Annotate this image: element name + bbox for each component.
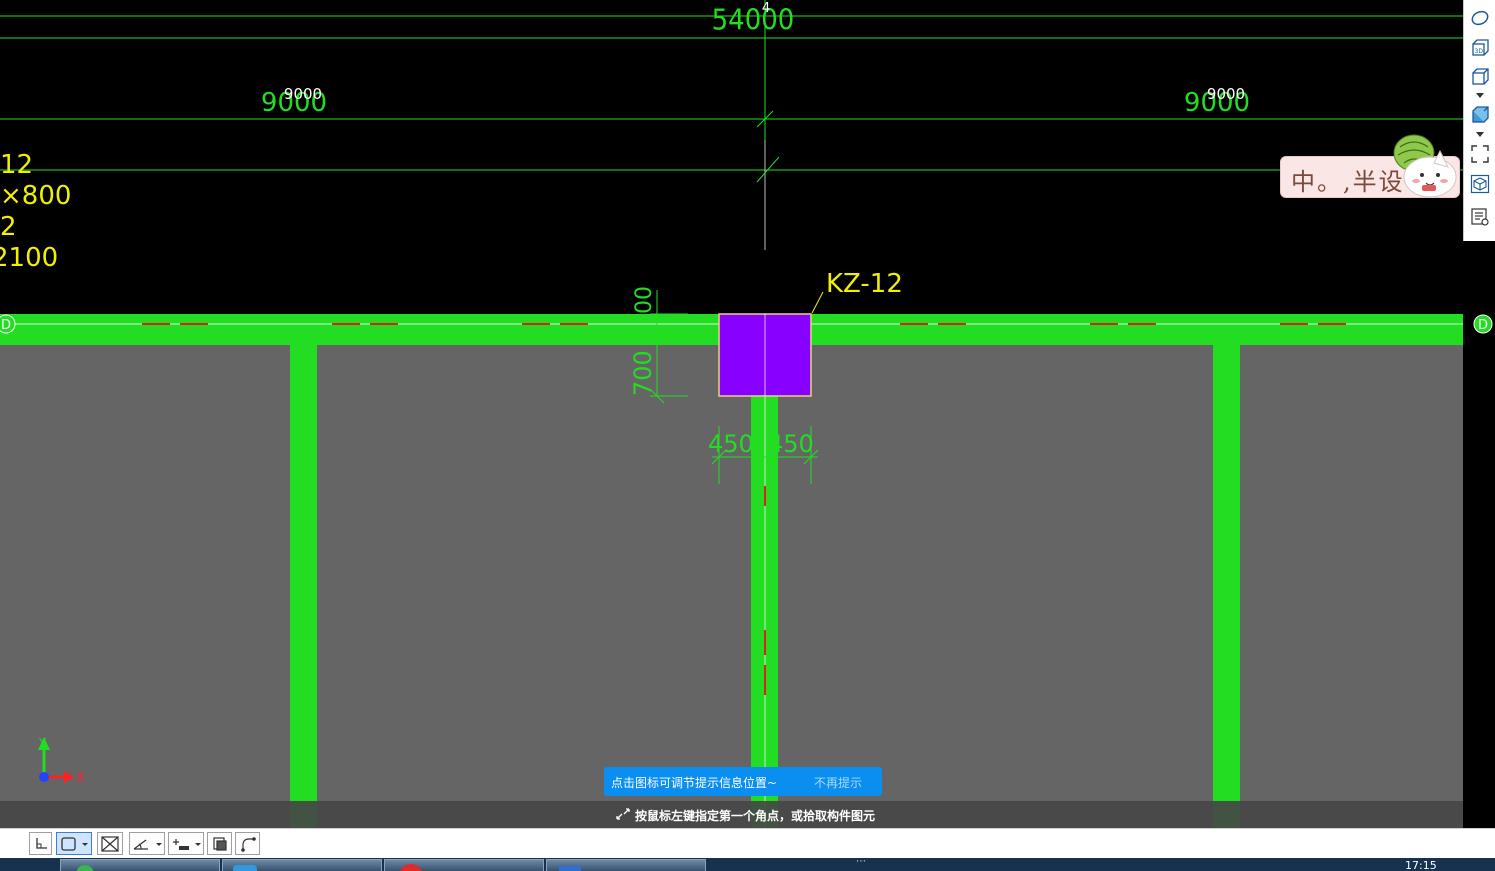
taskbar-app-3[interactable]	[384, 859, 544, 871]
dim-column-depth: 700	[629, 350, 657, 396]
ime-mascot-icon	[1393, 134, 1457, 198]
taskbar-app-2[interactable]	[222, 859, 382, 871]
cad-drawing[interactable]: 54000 4 9000 9000 9000 9000 12 ×800 2 21…	[0, 0, 1463, 828]
axis-label-left: D	[1, 318, 11, 333]
cross-snap-icon[interactable]	[97, 832, 123, 855]
display-object-icon[interactable]	[207, 832, 232, 855]
dim-span-right-text: 9000	[1207, 85, 1245, 103]
arc-tool-icon[interactable]	[235, 832, 260, 855]
axis-number-text: 4	[762, 1, 770, 16]
view-dropdown-arrow[interactable]	[1476, 92, 1484, 98]
display-mode-icon[interactable]	[1468, 104, 1492, 126]
dimension-input-icon[interactable]	[168, 832, 204, 855]
taskbar-app-1[interactable]	[60, 859, 220, 871]
select-element-icon[interactable]	[1468, 173, 1492, 195]
view-cube-icon[interactable]	[1468, 66, 1492, 88]
dim-span-left-text: 9000	[284, 85, 322, 103]
dynamic-observe-icon[interactable]	[1468, 7, 1492, 29]
dim-half-width-right: 450	[768, 430, 814, 458]
svg-text:3D: 3D	[1475, 48, 1484, 55]
taskbar-app-4[interactable]	[546, 859, 706, 871]
svg-text:Y: Y	[38, 736, 47, 750]
column-label: KZ-12	[826, 269, 903, 299]
column-leader	[811, 291, 824, 314]
ime-status-bar[interactable]: 中。,半设	[1280, 131, 1460, 199]
svg-text:X: X	[76, 771, 85, 786]
drawing-canvas[interactable]: 54000 4 9000 9000 9000 9000 12 ×800 2 21…	[0, 0, 1463, 828]
wall-vertical-right[interactable]	[1213, 345, 1240, 828]
dim-total-text: 54000	[712, 5, 795, 37]
fullscreen-icon[interactable]	[1468, 143, 1492, 165]
command-prompt-bar: 按鼠标左键指定第一个角点，或拾取构件图元	[0, 801, 1463, 828]
annotation-line-4: 2100	[0, 243, 58, 273]
annotation-line-3: 2	[0, 212, 17, 242]
status-toolbar	[0, 828, 1495, 859]
taskbar-overflow-icon[interactable]: ⋯	[856, 858, 866, 867]
view-3d-icon[interactable]: 3D	[1468, 37, 1492, 59]
hint-message: 点击图标可调节提示信息位置~	[611, 776, 778, 790]
prompt-text: 按鼠标左键指定第一个角点，或拾取构件图元	[635, 809, 876, 823]
properties-list-icon[interactable]	[1468, 206, 1492, 228]
wall-vertical-left[interactable]	[290, 345, 317, 828]
orthogonal-icon[interactable]	[29, 832, 52, 855]
windows-taskbar: ⋯ 17:15	[0, 858, 1495, 871]
floor-slab	[0, 345, 1463, 828]
display-dropdown-arrow[interactable]	[1476, 131, 1484, 137]
taskbar-clock[interactable]: 17:15	[1405, 860, 1437, 871]
dim-half-width-left: 450	[708, 430, 754, 458]
svg-text:D: D	[1478, 318, 1488, 333]
object-snap-icon[interactable]	[56, 832, 92, 855]
prompt-adjust-icon[interactable]	[615, 807, 631, 824]
hint-dismiss-link[interactable]: 不再提示	[814, 774, 862, 791]
ime-mode-text: 中。,半设	[1291, 168, 1405, 196]
dim-column-depth-top: 00	[632, 286, 657, 314]
angle-snap-icon[interactable]	[129, 832, 165, 855]
view-toolbar: 3D	[1463, 0, 1495, 241]
annotation-line-1: 12	[0, 150, 33, 180]
axis-bubble-right-overlay: D	[1473, 314, 1493, 334]
hint-tooltip[interactable]: 点击图标可调节提示信息位置~ 不再提示	[604, 767, 882, 796]
annotation-line-2: ×800	[0, 181, 71, 211]
